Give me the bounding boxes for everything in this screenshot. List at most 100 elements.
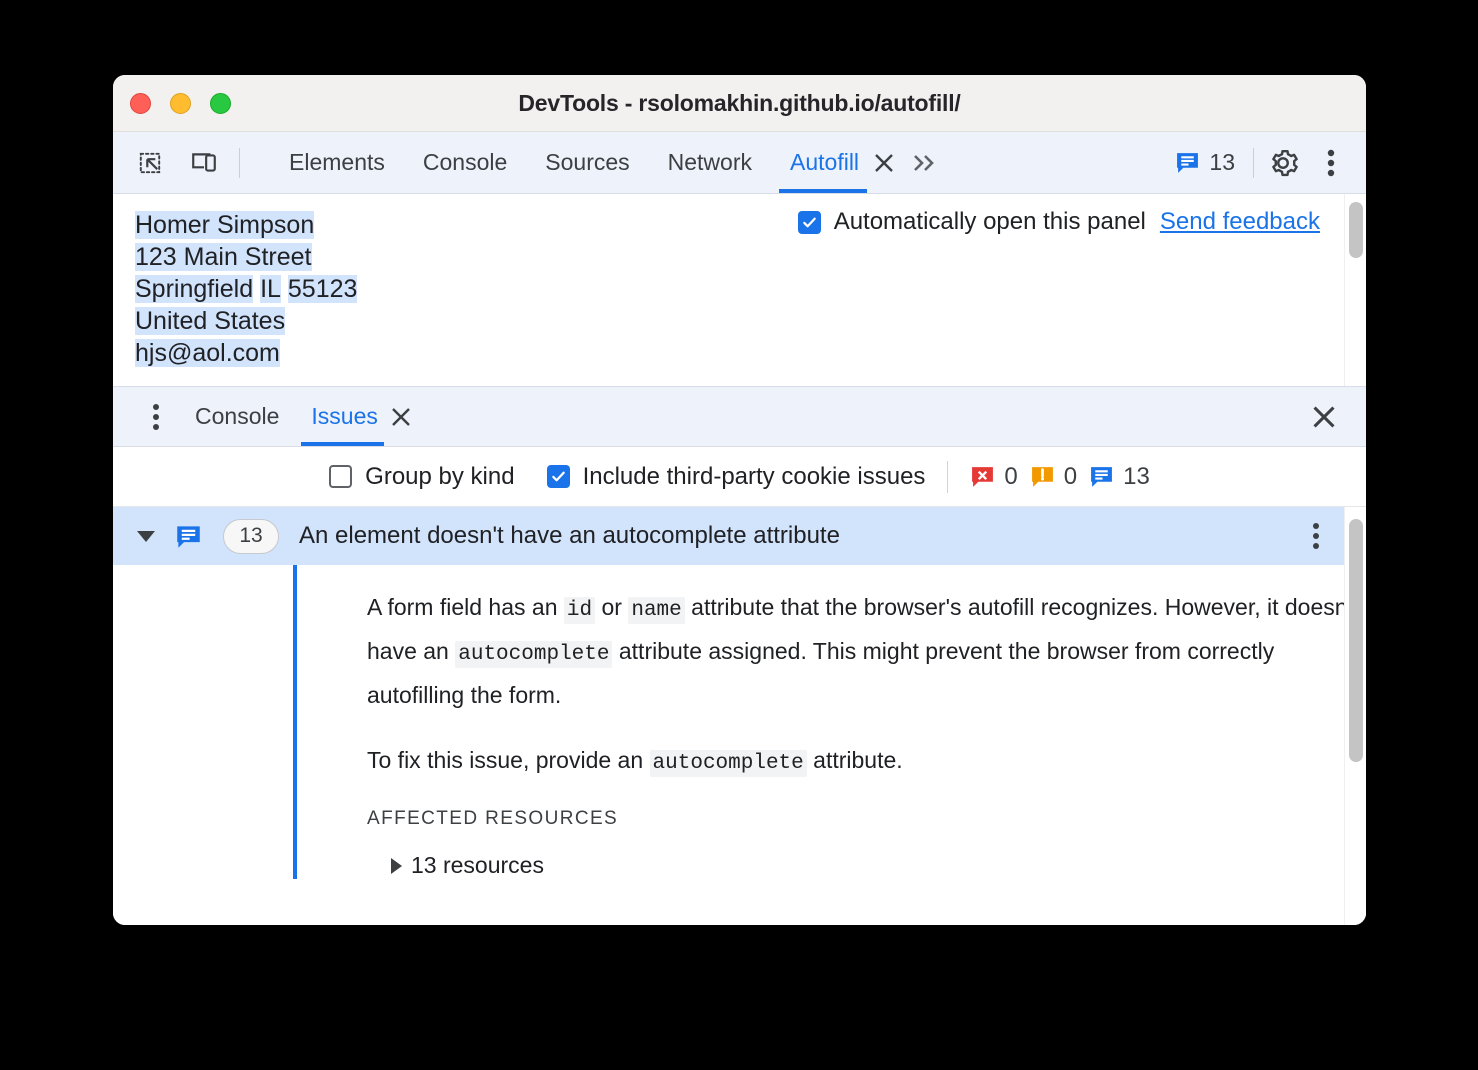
tab-autofill[interactable]: Autofill	[771, 132, 868, 193]
drawer-close-icon[interactable]	[1304, 397, 1344, 437]
drawer-more-options-icon[interactable]	[133, 397, 179, 437]
tab-label: Autofill	[790, 149, 860, 175]
chevron-double-right-icon[interactable]	[901, 132, 947, 193]
tab-label: Elements	[289, 149, 385, 175]
text-run: or	[595, 594, 629, 620]
issue-description-paragraph: A form field has an id or name attribute…	[367, 587, 1366, 716]
issues-list: 13 An element doesn't have an autocomple…	[113, 507, 1366, 925]
text-run: To fix this issue, provide an	[367, 747, 650, 773]
window-title: DevTools - rsolomakhin.github.io/autofil…	[518, 89, 961, 116]
zoom-window-button[interactable]	[210, 92, 231, 114]
address-segment: 123 Main Street	[135, 243, 312, 271]
auto-open-checkbox[interactable]	[797, 210, 821, 234]
error-count-group[interactable]: 0	[970, 462, 1018, 491]
address-line-5: hjs@aol.com	[135, 337, 357, 369]
tab-sources[interactable]: Sources	[526, 132, 648, 193]
address-segment-zip: 55123	[287, 275, 358, 303]
address-line-4: United States	[135, 305, 357, 337]
code-id: id	[563, 597, 596, 624]
chevron-right-icon[interactable]	[391, 857, 402, 874]
third-party-cookies-label: Include third-party cookie issues	[582, 462, 926, 490]
drawer-tab-label: Console	[195, 403, 280, 429]
panel-tabs: Elements Console Sources Network Autofil…	[270, 132, 947, 193]
tab-label: Network	[667, 149, 752, 175]
affected-resources-heading: AFFECTED RESOURCES	[367, 808, 619, 829]
text-run: attribute.	[806, 747, 903, 773]
address-segment-email: hjs@aol.com	[135, 339, 280, 367]
code-name: name	[628, 597, 685, 624]
info-icon	[1177, 153, 1199, 173]
drawer-tabs: Console Issues	[179, 387, 418, 446]
error-count-value: 0	[1004, 462, 1018, 490]
tabstrip-right-icons: 13	[1167, 144, 1366, 182]
tab-label: Sources	[545, 149, 630, 175]
address-segment: Homer Simpson	[135, 211, 315, 239]
traffic-lights	[130, 92, 231, 114]
inspect-element-icon[interactable]	[131, 144, 169, 182]
toolbar-divider	[239, 147, 240, 178]
group-by-kind-filter[interactable]: Group by kind	[329, 462, 515, 491]
address-line-3: Springfield IL 55123	[135, 273, 358, 305]
address-line-1: Homer Simpson	[135, 209, 357, 241]
tab-network[interactable]: Network	[649, 132, 771, 193]
close-window-button[interactable]	[130, 92, 151, 114]
affected-resources-label: 13 resources	[411, 852, 544, 878]
issues-scrollbar[interactable]	[1344, 507, 1366, 925]
drawer-tab-close-icon[interactable]	[384, 387, 418, 446]
info-count-group[interactable]: 13	[1089, 463, 1150, 491]
devtools-tabstrip: Elements Console Sources Network Autofil…	[113, 132, 1366, 194]
minimize-window-button[interactable]	[170, 92, 191, 114]
auto-open-label: Automatically open this panel	[833, 208, 1146, 235]
issues-count-value: 13	[1209, 149, 1235, 175]
error-icon	[972, 467, 994, 487]
tabstrip-left-icons	[113, 144, 256, 182]
group-by-kind-checkbox[interactable]	[329, 465, 353, 488]
address-line-2: 123 Main Street	[135, 241, 357, 273]
tab-elements[interactable]: Elements	[270, 132, 404, 193]
tab-label: Console	[422, 149, 508, 175]
gear-icon[interactable]	[1264, 144, 1302, 182]
text-run: A form field has an	[367, 594, 564, 620]
chevron-down-icon[interactable]	[137, 530, 155, 542]
autofill-panel: Homer Simpson 123 Main Street Springfiel…	[113, 194, 1366, 387]
autofill-panel-controls: Automatically open this panel Send feedb…	[797, 208, 1320, 236]
close-icon[interactable]	[867, 132, 901, 193]
drawer-tabbar: Console Issues	[113, 387, 1366, 447]
warning-icon	[1031, 467, 1053, 487]
address-segment-state: IL	[260, 275, 281, 303]
tab-console[interactable]: Console	[404, 132, 526, 193]
toolbar-separator	[947, 460, 949, 493]
more-options-icon[interactable]	[1312, 144, 1350, 182]
code-autocomplete: autocomplete	[455, 641, 613, 668]
drawer-tab-console[interactable]: Console	[179, 387, 295, 446]
code-autocomplete-fix: autocomplete	[649, 750, 807, 777]
drawer-tab-issues[interactable]: Issues	[295, 387, 385, 446]
third-party-cookies-checkbox[interactable]	[546, 465, 570, 488]
info-icon	[1091, 467, 1113, 487]
address-segment-city: Springfield	[135, 275, 254, 303]
issue-more-options-icon[interactable]	[1296, 516, 1336, 556]
toolbar-divider-right	[1253, 147, 1254, 178]
devtools-window: DevTools - rsolomakhin.github.io/autofil…	[113, 75, 1366, 925]
autofill-scrollbar-thumb[interactable]	[1349, 202, 1363, 258]
autofill-address-block: Homer Simpson 123 Main Street Springfiel…	[135, 209, 358, 369]
issues-filter-toolbar: Group by kind Include third-party cookie…	[113, 447, 1366, 507]
issues-scrollbar-thumb[interactable]	[1349, 519, 1363, 762]
issue-counts: 0 0 13	[970, 462, 1150, 491]
warning-count-group[interactable]: 0	[1030, 463, 1077, 491]
issue-row-header[interactable]: 13 An element doesn't have an autocomple…	[113, 507, 1366, 565]
send-feedback-link[interactable]: Send feedback	[1160, 208, 1320, 236]
window-titlebar: DevTools - rsolomakhin.github.io/autofil…	[113, 75, 1366, 132]
issues-count-button[interactable]: 13	[1167, 145, 1243, 180]
group-by-kind-label: Group by kind	[365, 462, 515, 490]
device-toolbar-icon[interactable]	[185, 144, 223, 182]
issue-fix-paragraph: To fix this issue, provide an autocomple…	[367, 740, 1366, 784]
third-party-cookies-filter[interactable]: Include third-party cookie issues	[546, 462, 926, 491]
drawer-tab-label: Issues	[311, 403, 378, 429]
affected-resources-toggle[interactable]: 13 resources	[391, 852, 1366, 879]
autofill-scrollbar[interactable]	[1344, 194, 1366, 386]
issue-title: An element doesn't have an autocomplete …	[299, 522, 840, 549]
issue-count-badge: 13	[223, 518, 279, 554]
info-icon	[175, 523, 202, 550]
info-count-value: 13	[1123, 462, 1150, 490]
